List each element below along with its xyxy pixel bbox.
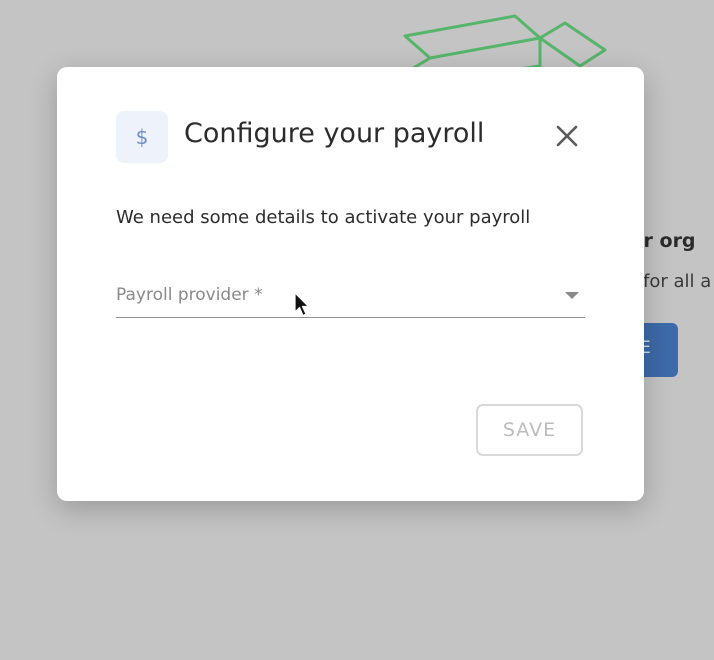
payroll-provider-placeholder: Payroll provider *	[116, 285, 263, 305]
payroll-provider-select[interactable]: Payroll provider *	[116, 279, 585, 318]
save-button[interactable]: SAVE	[476, 404, 583, 456]
background-subtext: for all a	[643, 271, 712, 292]
close-icon	[556, 125, 578, 147]
close-button[interactable]	[551, 120, 583, 152]
dialog-description: We need some details to activate your pa…	[116, 207, 531, 228]
open-box-illustration	[403, 14, 607, 73]
configure-payroll-dialog: $ Configure your payroll We need some de…	[57, 67, 644, 501]
dropdown-arrow-icon	[565, 292, 579, 299]
mouse-pointer-icon	[294, 292, 310, 317]
dollar-icon: $	[116, 111, 168, 163]
dollar-icon-symbol: $	[135, 125, 149, 149]
dialog-title: Configure your payroll	[184, 118, 485, 149]
